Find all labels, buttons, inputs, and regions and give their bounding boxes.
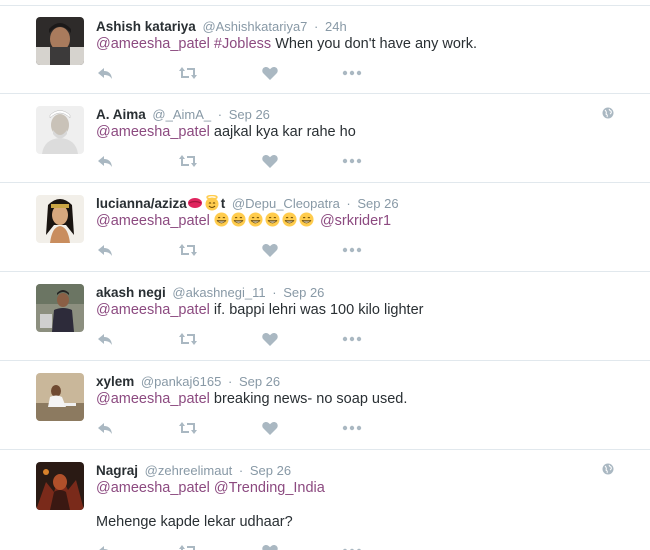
grinning-face-emoji [265, 212, 280, 227]
separator: · [346, 196, 351, 211]
reply-icon[interactable] [96, 330, 114, 348]
reply-icon[interactable] [96, 419, 114, 437]
tweet[interactable]: akash negi @akashnegi_11 · Sep 26 @amees… [0, 272, 650, 361]
display-name[interactable]: xylem [96, 374, 134, 389]
grinning-face-emoji [214, 212, 229, 227]
retweet-icon[interactable] [178, 330, 198, 348]
tweet-text: @ameesha_patel #Jobless When you don't h… [96, 34, 477, 54]
avatar[interactable] [36, 284, 84, 332]
username[interactable]: @_AimA_ [152, 107, 211, 122]
retweet-icon[interactable] [178, 542, 198, 550]
more-icon[interactable] [342, 330, 362, 348]
reply-icon[interactable] [96, 542, 114, 550]
retweet-icon[interactable] [178, 241, 198, 259]
separator: · [227, 374, 233, 389]
tweet-actions [96, 330, 396, 348]
tweet[interactable]: lucianna/aziza t @Depu_Cleopatra · Sep 26… [0, 183, 650, 272]
tweet-actions [96, 64, 396, 82]
separator: · [314, 19, 319, 34]
avatar[interactable] [36, 373, 84, 421]
username[interactable]: @Ashishkatariya7 [202, 19, 307, 34]
heart-icon[interactable] [261, 419, 279, 437]
mention-link[interactable]: @Trending_India [214, 480, 325, 496]
timestamp[interactable]: Sep 26 [250, 463, 291, 478]
tweet-body-text: breaking news- no soap used. [213, 391, 408, 407]
avatar[interactable] [36, 17, 84, 65]
timestamp[interactable]: 24h [325, 19, 347, 34]
heart-icon[interactable] [261, 241, 279, 259]
tweet-text: @ameesha_patel @srkrider1 [96, 211, 391, 231]
heart-icon[interactable] [261, 330, 279, 348]
more-icon[interactable] [342, 64, 362, 82]
grinning-face-emoji [248, 212, 263, 227]
grinning-emoji-group [214, 212, 316, 229]
separator: · [272, 285, 277, 300]
mention-link[interactable]: @ameesha_patel [96, 391, 210, 407]
tweet-actions [96, 152, 396, 170]
username[interactable]: @Depu_Cleopatra [232, 196, 340, 211]
tweet[interactable]: Nagraj @zehreelimaut · Sep 26 @ameesha_p… [0, 450, 650, 550]
retweet-icon[interactable] [178, 64, 198, 82]
more-icon[interactable] [342, 152, 362, 170]
timestamp[interactable]: Sep 26 [283, 285, 324, 300]
separator: · [217, 107, 223, 122]
mention-link[interactable]: @ameesha_patel [96, 302, 210, 318]
timestamp[interactable]: Sep 26 [239, 374, 280, 389]
grinning-face-emoji [299, 212, 314, 227]
tweet-text: @ameesha_patel aajkal kya kar rahe ho [96, 122, 356, 142]
heart-icon[interactable] [261, 152, 279, 170]
reply-icon[interactable] [96, 64, 114, 82]
username[interactable]: @akashnegi_11 [172, 285, 265, 300]
tweet-actions [96, 419, 396, 437]
separator: · [238, 463, 244, 478]
more-icon[interactable] [342, 419, 362, 437]
display-name[interactable]: akash negi [96, 285, 166, 300]
mention-link[interactable]: @ameesha_patel [96, 480, 210, 496]
mention-link[interactable]: @ameesha_patel [96, 36, 210, 52]
avatar[interactable] [36, 106, 84, 154]
tweet[interactable]: Ashish katariya @Ashishkatariya7 · 24h @… [0, 6, 650, 94]
avatar[interactable] [36, 462, 84, 510]
tweet-body-text: aajkal kya kar rahe ho [213, 124, 356, 140]
display-name[interactable]: A. Aima [96, 107, 146, 122]
tweet[interactable]: xylem @pankaj6165 · Sep 26 @ameesha_pate… [0, 361, 650, 450]
retweet-icon[interactable] [178, 152, 198, 170]
heart-icon[interactable] [261, 64, 279, 82]
heart-icon[interactable] [261, 542, 279, 550]
tweet-body-text: if. bappi lehri was 100 kilo lighter [213, 302, 424, 318]
username[interactable]: @pankaj6165 [141, 374, 221, 389]
mention-link[interactable]: @srkrider1 [320, 213, 391, 229]
timestamp[interactable]: Sep 26 [229, 107, 270, 122]
mention-link[interactable]: @ameesha_patel [96, 124, 210, 140]
mention-link[interactable]: @ameesha_patel [96, 213, 210, 229]
hashtag-link[interactable]: #Jobless [214, 36, 271, 52]
reply-icon[interactable] [96, 241, 114, 259]
display-name-suffix[interactable]: t [221, 196, 226, 211]
more-icon[interactable] [342, 241, 362, 259]
tweet-text: @ameesha_patel breaking news- no soap us… [96, 389, 407, 409]
display-name[interactable]: lucianna/aziza [96, 196, 187, 211]
tweet-feed: Ashish katariya @Ashishkatariya7 · 24h @… [0, 0, 650, 550]
display-name[interactable]: Ashish katariya [96, 19, 196, 34]
retweet-icon[interactable] [178, 419, 198, 437]
tweet-text: @ameesha_patel if. bappi lehri was 100 k… [96, 300, 423, 320]
globe-icon [602, 106, 614, 119]
username[interactable]: @zehreelimaut [145, 463, 233, 478]
tweet-text-line: Mehenge kapde lekar udhaar? [96, 514, 293, 530]
tweet-actions [96, 241, 396, 259]
tweet-text: @ameesha_patel @Trending_India [96, 478, 325, 498]
tweet[interactable]: A. Aima @_AimA_ · Sep 26 @ameesha_patel … [0, 94, 650, 183]
grinning-face-emoji [231, 212, 246, 227]
tweet-actions [96, 542, 396, 550]
more-icon[interactable] [342, 542, 362, 550]
avatar[interactable] [36, 195, 84, 243]
reply-icon[interactable] [96, 152, 114, 170]
timestamp[interactable]: Sep 26 [357, 196, 398, 211]
tweet-body-text: When you don't have any work. [275, 36, 478, 52]
globe-icon [602, 462, 614, 475]
display-name[interactable]: Nagraj [96, 463, 138, 478]
grinning-face-emoji [282, 212, 297, 227]
